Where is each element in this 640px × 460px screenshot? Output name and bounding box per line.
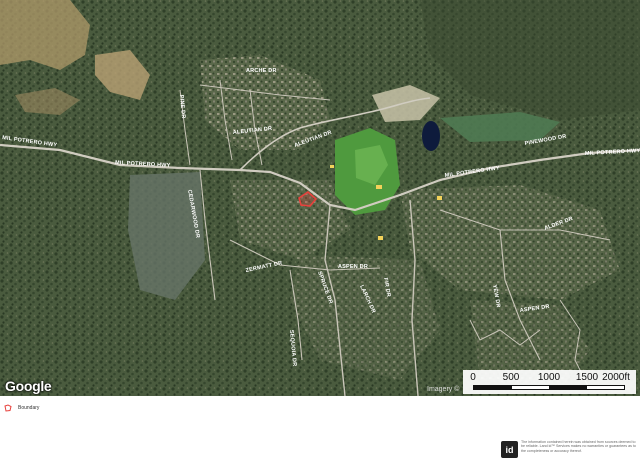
scale-segment	[474, 386, 512, 389]
land-id-logo: id	[501, 441, 518, 458]
legend-label: Boundary	[18, 405, 40, 411]
road-label: ARCHE DR	[246, 68, 277, 74]
scale-segment	[511, 386, 549, 389]
boundary-legend-icon	[4, 404, 12, 412]
scale-label: 1000	[537, 372, 561, 383]
imagery-attribution[interactable]: Imagery ©	[427, 386, 459, 393]
disclaimer-text: The information contained herein was obt…	[521, 440, 636, 453]
road-label: ASPEN DR	[338, 264, 368, 270]
scale-segment	[586, 386, 624, 389]
scale-bar: 0 500 1000 1500 2000ft	[463, 370, 636, 394]
terrain-imagery: MIL POTRERO HWY MIL POTRERO HWY MIL POTR…	[0, 0, 640, 396]
scale-label: 1500	[575, 372, 599, 383]
scale-track	[473, 385, 625, 390]
scale-segment	[549, 386, 587, 389]
scale-label: 2000ft	[602, 372, 630, 383]
satellite-map[interactable]: MIL POTRERO HWY MIL POTRERO HWY MIL POTR…	[0, 0, 640, 396]
google-logo: Google	[5, 378, 52, 394]
scale-label: 0	[470, 372, 476, 383]
map-legend: Boundary	[4, 404, 39, 412]
scale-label: 500	[502, 372, 520, 383]
